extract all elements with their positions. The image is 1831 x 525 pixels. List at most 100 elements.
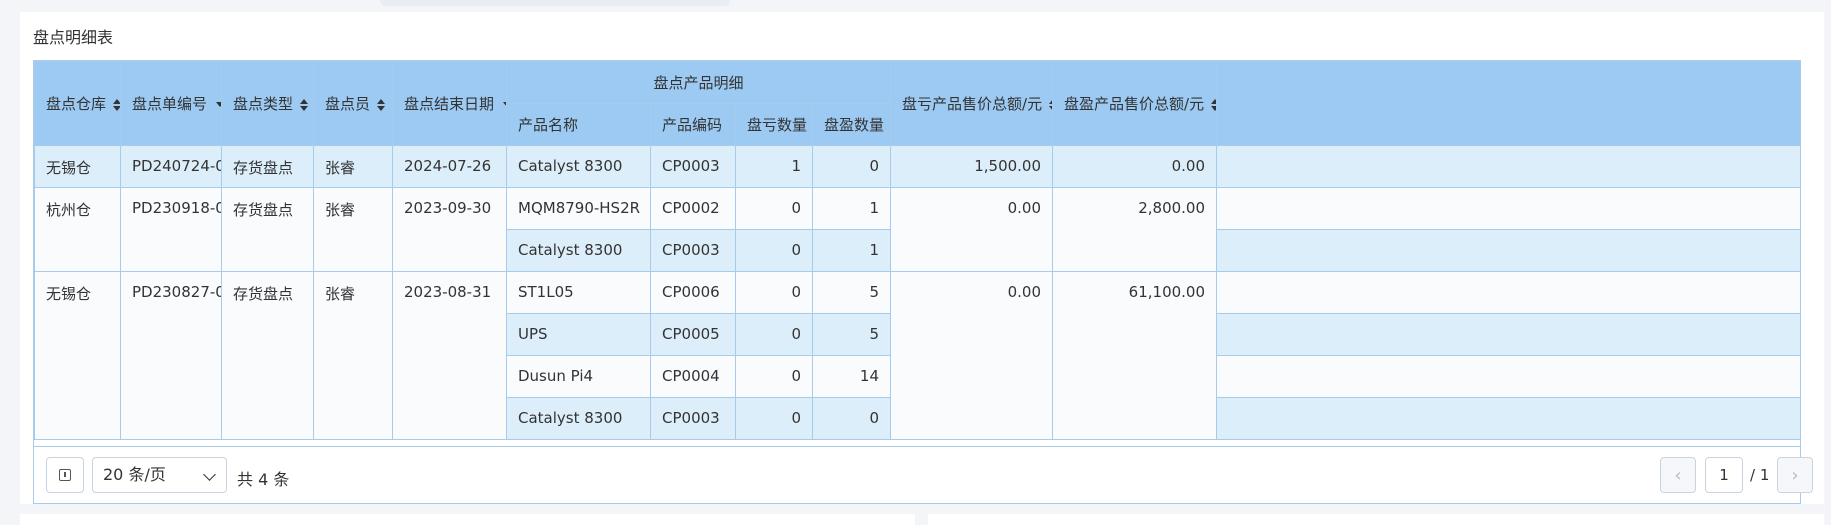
cell-loss-qty: 0: [735, 313, 813, 356]
sort-icon[interactable]: [376, 98, 386, 111]
cell-filler: [1216, 229, 1800, 272]
cell-order-no: PD230827-02: [120, 271, 222, 440]
cell-end-date: 2024-07-26: [392, 145, 507, 188]
cell-end-date: 2023-08-31: [392, 271, 507, 440]
cell-product-code: CP0002: [650, 187, 736, 230]
cell-product-code: CP0005: [650, 313, 736, 356]
cell-filler: [1216, 355, 1800, 398]
cell-product-name: ST1L05: [506, 271, 651, 314]
page-number-input[interactable]: 1: [1705, 457, 1743, 493]
info-icon: [59, 469, 71, 481]
cell-gain-total: 2,800.00: [1052, 187, 1218, 272]
sort-icon[interactable]: [299, 98, 309, 111]
th-order-no[interactable]: 盘点单编号: [120, 61, 222, 146]
cell-gain-qty: 1: [811, 187, 892, 230]
cell-product-code: CP0003: [650, 397, 736, 440]
card-title: 盘点明细表: [33, 28, 114, 47]
cell-product-code: CP0003: [650, 145, 736, 188]
cell-warehouse: 杭州仓: [34, 187, 121, 272]
cell-staff: 张睿: [313, 271, 393, 440]
total-pages: / 1: [1750, 466, 1770, 484]
cell-filler: [1216, 397, 1800, 440]
cell-loss-total: 1,500.00: [890, 145, 1054, 188]
cell-loss-qty: 0: [735, 355, 813, 398]
cell-filler: [1216, 271, 1800, 314]
cell-type: 存货盘点: [221, 145, 314, 188]
chevron-down-icon[interactable]: [215, 101, 221, 108]
cell-staff: 张睿: [313, 187, 393, 272]
table-row[interactable]: 无锡仓 PD230827-02 存货盘点 张睿 2023-08-31 ST1L0…: [34, 271, 1800, 440]
chevron-left-icon: ‹: [1674, 464, 1682, 486]
column-settings-button[interactable]: [46, 457, 84, 493]
th-end-date[interactable]: 盘点结束日期: [392, 61, 507, 146]
cell-loss-qty: 0: [735, 271, 813, 314]
page-size-value: 20 条/页: [103, 465, 166, 484]
cell-order-no: PD240724-01: [120, 145, 222, 188]
detail-table[interactable]: 盘点仓库 盘点单编号 盘点类型 盘点员 盘点结束日期 盘点产品明细 盘亏产品售价…: [33, 60, 1801, 447]
cell-gain-total: 0.00: [1052, 145, 1218, 188]
prev-page-button[interactable]: ‹: [1660, 457, 1696, 493]
cell-type: 存货盘点: [221, 187, 314, 272]
th-product-name: 产品名称: [506, 103, 651, 146]
chevron-down-icon: [203, 468, 216, 481]
cell-product-name: UPS: [506, 313, 651, 356]
cell-end-date: 2023-09-30: [392, 187, 507, 272]
cell-product-name: MQM8790-HS2R: [506, 187, 651, 230]
table-row[interactable]: 杭州仓 PD230918-01 存货盘点 张睿 2023-09-30 MQM87…: [34, 187, 1800, 272]
cell-type: 存货盘点: [221, 271, 314, 440]
cell-product-name: Dusun Pi4: [506, 355, 651, 398]
cell-loss-qty: 0: [735, 187, 813, 230]
bottom-card-left: [20, 514, 915, 525]
cell-product-code: CP0003: [650, 229, 736, 272]
total-count: 共 4 条: [237, 470, 290, 489]
cell-loss-qty: 0: [735, 397, 813, 440]
cell-gain-qty: 14: [811, 355, 892, 398]
cell-warehouse: 无锡仓: [34, 145, 121, 188]
th-gain-total[interactable]: 盘盈产品售价总额/元: [1052, 61, 1218, 146]
page-size-select[interactable]: 20 条/页: [92, 457, 227, 493]
chevron-right-icon: ›: [1791, 464, 1799, 486]
cell-loss-total: 0.00: [890, 187, 1054, 272]
th-filler: [1216, 61, 1800, 146]
th-staff[interactable]: 盘点员: [313, 61, 393, 146]
next-page-button[interactable]: ›: [1777, 457, 1813, 493]
th-gain-qty: 盘盈数量: [811, 103, 892, 146]
cell-product-name: Catalyst 8300: [506, 397, 651, 440]
cell-product-code: CP0006: [650, 271, 736, 314]
cell-gain-qty: 5: [811, 271, 892, 314]
cell-product-name: Catalyst 8300: [506, 229, 651, 272]
cell-loss-total: 0.00: [890, 271, 1054, 440]
th-warehouse[interactable]: 盘点仓库: [34, 61, 121, 146]
chevron-down-icon[interactable]: [502, 101, 506, 108]
top-shadow: [380, 0, 730, 6]
cell-filler: [1216, 145, 1800, 188]
cell-staff: 张睿: [313, 145, 393, 188]
cell-gain-total: 61,100.00: [1052, 271, 1218, 440]
th-product-code: 产品编码: [650, 103, 736, 146]
sort-icon[interactable]: [112, 98, 120, 111]
th-loss-total[interactable]: 盘亏产品售价总额/元: [890, 61, 1054, 146]
page: 盘点明细表 盘点仓库 盘点单编号 盘点类型 盘点员 盘点结束日期 盘点产品明细: [0, 0, 1831, 525]
cell-order-no: PD230918-01: [120, 187, 222, 272]
sort-icon[interactable]: [1210, 98, 1216, 111]
cell-loss-qty: 0: [735, 229, 813, 272]
th-type[interactable]: 盘点类型: [221, 61, 314, 146]
cell-gain-qty: 1: [811, 229, 892, 272]
pagination-bar: 20 条/页 共 4 条 ‹ 1 / 1 ›: [33, 447, 1813, 504]
bottom-card-right: [928, 514, 1824, 525]
cell-filler: [1216, 313, 1800, 356]
sort-icon[interactable]: [1048, 98, 1052, 111]
table: 盘点仓库 盘点单编号 盘点类型 盘点员 盘点结束日期 盘点产品明细 盘亏产品售价…: [34, 61, 1800, 440]
cell-loss-qty: 1: [735, 145, 813, 188]
cell-gain-qty: 5: [811, 313, 892, 356]
cell-gain-qty: 0: [811, 397, 892, 440]
th-loss-qty: 盘亏数量: [735, 103, 813, 146]
cell-filler: [1216, 187, 1800, 230]
th-detail-group: 盘点产品明细: [505, 61, 892, 104]
detail-card: 盘点明细表 盘点仓库 盘点单编号 盘点类型 盘点员 盘点结束日期 盘点产品明细: [20, 12, 1824, 504]
cell-product-code: CP0004: [650, 355, 736, 398]
cell-product-name: Catalyst 8300: [506, 145, 651, 188]
table-row[interactable]: 无锡仓 PD240724-01 存货盘点 张睿 2024-07-26 Catal…: [34, 145, 1800, 188]
cell-gain-qty: 0: [811, 145, 892, 188]
cell-warehouse: 无锡仓: [34, 271, 121, 440]
